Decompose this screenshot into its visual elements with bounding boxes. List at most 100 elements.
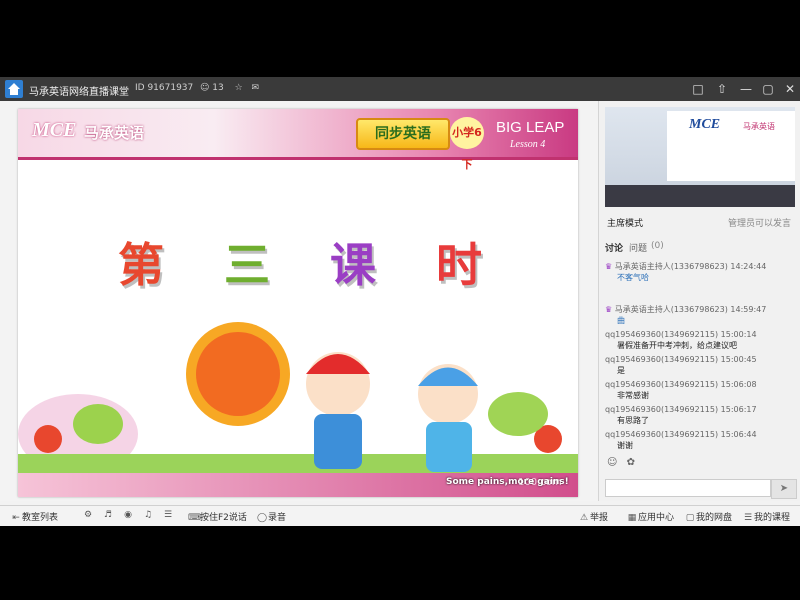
chat-sender: qq195469360(1349692115): [605, 405, 719, 414]
flower-icon[interactable]: ✿: [627, 457, 635, 468]
book-icon: ☰: [743, 513, 753, 523]
my-courses-label: 我的课程: [754, 513, 791, 523]
slide-header: MCE 马承英语 同步英语 小学6下 BIG LEAP Lesson 4: [18, 109, 578, 171]
lesson-char: 第: [118, 238, 186, 292]
chat-message: qq195469360(1349692115) 15:00:14 暑假准备开中考…: [605, 329, 785, 351]
music-button[interactable]: ♫: [142, 510, 154, 520]
chat-time: 15:06:08: [720, 380, 757, 389]
record-button[interactable]: ◯录音: [256, 510, 286, 523]
chat-tools: ☺ ✿: [607, 457, 635, 468]
chat-body: 曲: [617, 316, 625, 325]
exit-icon: ⇤: [12, 513, 20, 523]
app-title: 马承英语网络直播课堂: [29, 87, 129, 98]
classroom-list-button[interactable]: ⇤ 教室列表: [10, 510, 58, 523]
app-center-button[interactable]: ▦ 应用中心: [626, 510, 674, 523]
chat-sender: 马承英语主持人(1336798623): [614, 305, 728, 314]
cartoon-illustration: [18, 314, 578, 497]
push-to-talk-label: 按住F2说话: [200, 513, 247, 523]
mode-permission: 管理员可以发言: [727, 219, 791, 229]
chat-message: qq195469360(1349692115) 15:06:17 有思路了: [605, 404, 785, 426]
chat-time: 15:00:45: [720, 355, 757, 364]
video-logo: MCE: [689, 117, 721, 132]
host-icon: ♛: [605, 305, 613, 314]
star-icon[interactable]: ☆: [235, 83, 243, 93]
record-label: 录音: [268, 513, 287, 523]
video-desk: [605, 185, 795, 207]
share-icon[interactable]: ⇧: [714, 81, 730, 97]
chat-icon[interactable]: ✉: [252, 83, 260, 93]
chat-message: qq195469360(1349692115) 15:06:44 谢谢: [605, 429, 785, 451]
square-icon[interactable]: □: [690, 81, 706, 97]
right-sidebar: MCE 马承英语 主席模式 管理员可以发言 讨论 问题 (0) ♛ 马承英语主持…: [598, 101, 800, 501]
my-courses-button[interactable]: ☰ 我的课程: [742, 510, 790, 523]
chat-body: 有思路了: [617, 416, 649, 425]
mixer-button[interactable]: ☰: [162, 510, 174, 520]
user-icon: ☺: [200, 83, 210, 93]
my-drive-label: 我的网盘: [696, 513, 733, 523]
my-drive-button[interactable]: ▢ 我的网盘: [684, 510, 732, 523]
folder-icon: ▢: [685, 513, 695, 523]
tab-questions[interactable]: 问题: [629, 241, 647, 254]
chat-message: ♛ 马承英语主持人(1336798623) 14:59:47 曲: [605, 304, 785, 326]
report-icon: ⚠: [579, 513, 589, 523]
settings-button[interactable]: ⚙: [82, 510, 94, 520]
grade-badge: 小学6下: [450, 117, 484, 171]
chat-input[interactable]: [605, 479, 771, 497]
f2-key-icon: ⌨: [188, 513, 201, 523]
lesson-title: 第 三 课 时: [118, 229, 504, 295]
video-logo-sub: 马承英语: [743, 122, 775, 131]
app-center-label: 应用中心: [638, 513, 675, 523]
chat-time: 14:24:44: [730, 262, 767, 271]
lesson-char: 课: [330, 238, 399, 292]
home-icon[interactable]: [5, 80, 23, 98]
minimize-icon[interactable]: —: [738, 81, 754, 97]
chat-sender: qq195469360(1349692115): [605, 430, 719, 439]
chat-sender: 马承英语主持人(1336798623): [614, 262, 728, 271]
speaker-icon: ♬: [103, 510, 113, 520]
big-leap-logo: BIG LEAP: [496, 119, 565, 136]
restore-icon[interactable]: ▢: [760, 81, 776, 97]
camera-icon: ◉: [124, 510, 132, 520]
chat-body: 是: [617, 366, 625, 375]
course-badge: 同步英语: [356, 118, 450, 150]
gear-icon: ⚙: [83, 510, 93, 520]
slide-logo: MCE: [32, 119, 77, 141]
camera-button[interactable]: ◉: [122, 510, 134, 520]
watermark: 100.com: [518, 477, 562, 488]
chat-time: 15:06:44: [720, 430, 757, 439]
lesson-char: 三: [224, 238, 293, 292]
close-icon[interactable]: ✕: [782, 81, 798, 97]
slide-logo-cn: 马承英语: [84, 124, 145, 142]
chat-time: 15:06:17: [720, 405, 757, 414]
slide: MCE 马承英语 同步英语 小学6下 BIG LEAP Lesson 4 第 三…: [18, 109, 578, 497]
chat-body: 暑假准备开中考冲刺，给点建议吧: [617, 341, 737, 350]
title-bar: 马承英语网络直播课堂 ID 91671937 ☺ 13 ☆ ✉ □ ⇧ — ▢ …: [0, 77, 800, 101]
viewer-count: ☺ 13 ☆ ✉: [200, 83, 259, 93]
question-count: (0): [651, 241, 664, 251]
send-icon[interactable]: ➤: [771, 479, 797, 499]
host-icon: ♛: [605, 262, 613, 271]
chat-message: qq195469360(1349692115) 15:06:08 非常感谢: [605, 379, 785, 401]
tab-discussion[interactable]: 讨论: [605, 241, 623, 254]
classroom-app: 马承英语网络直播课堂 ID 91671937 ☺ 13 ☆ ✉ □ ⇧ — ▢ …: [0, 77, 800, 526]
push-to-talk-button[interactable]: ⌨按住F2说话: [188, 510, 247, 523]
lesson-char: 时: [436, 238, 505, 292]
bottom-toolbar: ⇤ 教室列表 ⚙ ♬ ◉ ♫ ☰ ⌨按住F2说话 ◯录音 ⚠ 举报 ▦ 应用中心 ▢ 我…: [0, 505, 800, 526]
volume-button[interactable]: ♬: [102, 510, 114, 520]
record-icon: ◯: [256, 513, 268, 523]
chat-time: 14:59:47: [730, 305, 767, 314]
chat-message: ♛ 马承英语主持人(1336798623) 14:24:44 不客气哈: [605, 261, 785, 283]
room-id: ID 91671937: [135, 83, 194, 93]
chat-message: qq195469360(1349692115) 15:00:45 是: [605, 354, 785, 376]
classroom-list-label: 教室列表: [22, 513, 59, 523]
chat-sender: qq195469360(1349692115): [605, 330, 719, 339]
lesson-label: Lesson 4: [510, 139, 546, 150]
emoji-icon[interactable]: ☺: [607, 457, 617, 468]
chat-time: 15:00:14: [720, 330, 757, 339]
chat-body: 谢谢: [617, 441, 633, 450]
report-button[interactable]: ⚠ 举报: [578, 510, 608, 523]
viewer-count-value: 13: [212, 83, 224, 93]
chat-body: 不客气哈: [617, 273, 649, 282]
teacher-video[interactable]: MCE 马承英语: [605, 107, 795, 207]
video-banner: [667, 111, 795, 181]
